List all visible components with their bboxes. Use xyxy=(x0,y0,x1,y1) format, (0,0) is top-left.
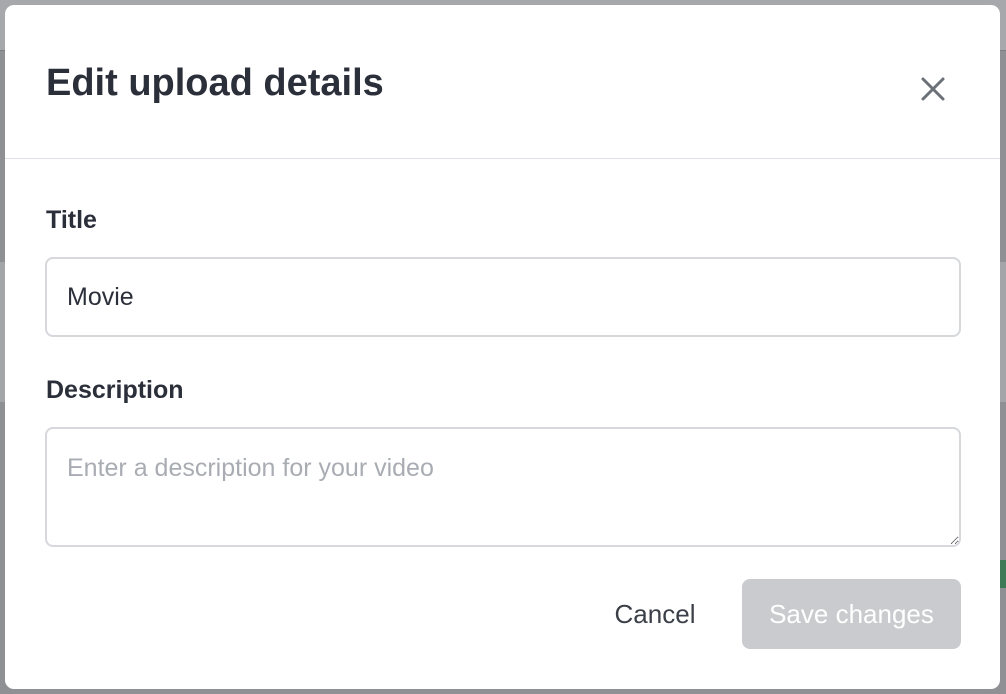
edit-upload-dialog: Edit upload details Title Description Ca… xyxy=(5,5,1000,689)
cancel-button[interactable]: Cancel xyxy=(599,579,711,649)
title-label: Title xyxy=(46,206,97,234)
description-textarea[interactable] xyxy=(45,427,961,547)
title-input[interactable] xyxy=(45,257,961,337)
close-button[interactable] xyxy=(913,69,953,109)
save-changes-button[interactable]: Save changes xyxy=(742,579,961,649)
dialog-title: Edit upload details xyxy=(46,62,384,104)
description-label: Description xyxy=(46,376,184,404)
dialog-header: Edit upload details xyxy=(5,5,1000,159)
close-icon xyxy=(921,77,945,101)
